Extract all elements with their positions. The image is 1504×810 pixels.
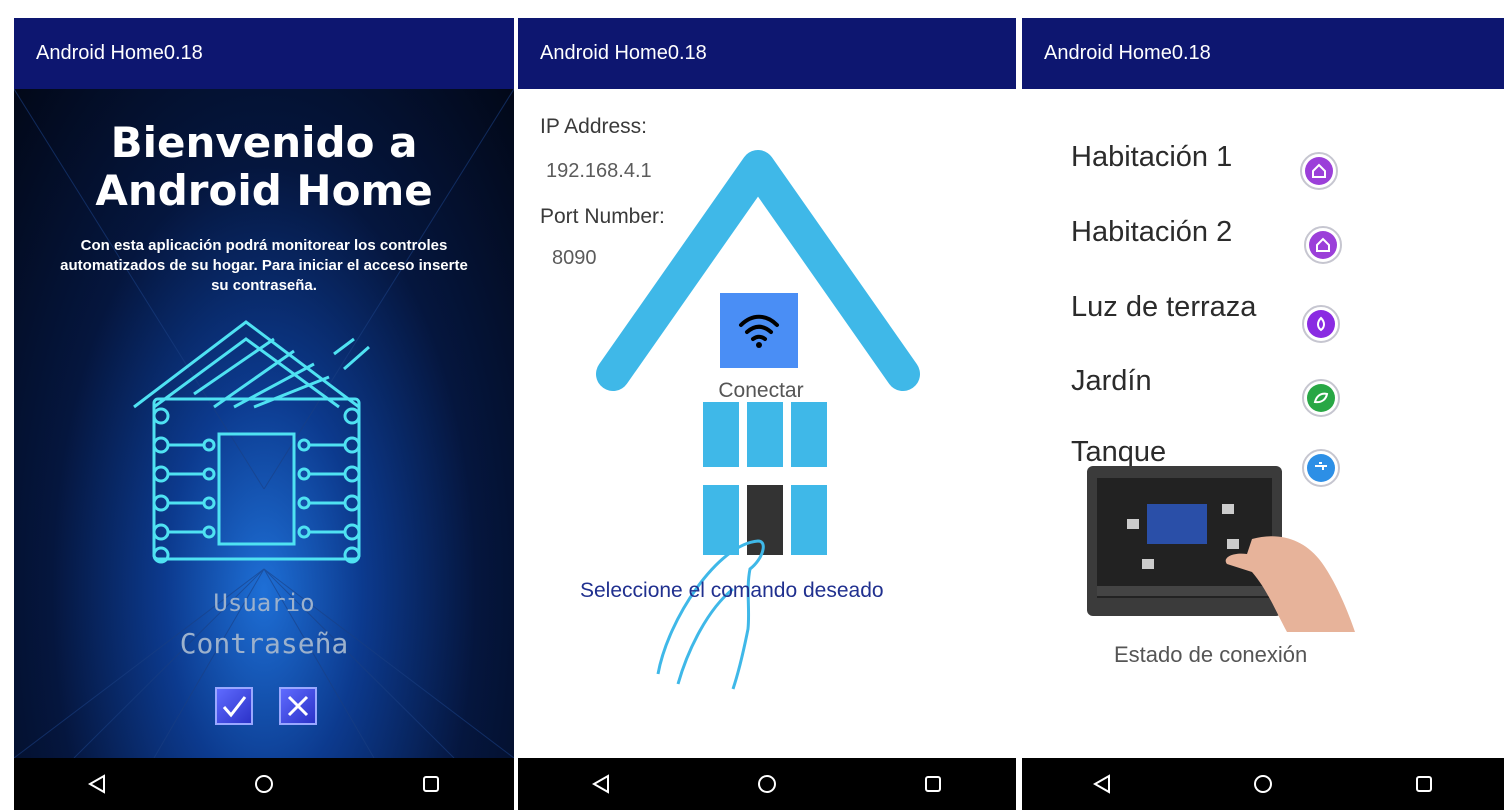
nav-bar [518, 758, 1016, 810]
app-title: Android Home0.18 [36, 42, 203, 64]
bulb-icon [1307, 310, 1335, 338]
room-button-luz-de-terraza[interactable] [1302, 305, 1340, 343]
garden-icon [1307, 384, 1335, 412]
connection-status: Estado de conexión [1114, 642, 1308, 667]
rooms-screen: Android Home0.18 Habitación 1 Habitación… [1022, 18, 1504, 810]
room-label-habitacion-2: Habitación 2 [1071, 216, 1233, 248]
home-button[interactable] [722, 764, 812, 804]
recents-icon [422, 776, 439, 792]
back-button[interactable] [1057, 764, 1147, 804]
home-icon [1305, 157, 1333, 185]
recents-button[interactable] [888, 764, 978, 804]
home-button[interactable] [1218, 764, 1308, 804]
back-button[interactable] [556, 764, 646, 804]
connect-label: Conectar [718, 379, 804, 402]
room-label-luz-de-terraza: Luz de terraza [1071, 291, 1257, 323]
ip-address-value[interactable]: 192.168.4.1 [546, 160, 652, 183]
house-illustration [596, 150, 920, 690]
app-title: Android Home0.18 [1044, 42, 1211, 64]
connection-content: IP Address: 192.168.4.1 Port Number: 809… [518, 89, 1016, 758]
home-nav-icon [254, 775, 273, 793]
connection-screen: Android Home0.18 IP Address: 192.168.4.1… [518, 18, 1016, 810]
recents-icon [1415, 776, 1432, 792]
recents-icon [925, 776, 941, 792]
back-icon [591, 774, 609, 794]
password-field[interactable]: Contraseña [14, 627, 514, 660]
home-button[interactable] [219, 764, 309, 804]
welcome-description: Con esta aplicación podrá monitorear los… [60, 237, 468, 294]
nav-bar [14, 758, 514, 810]
check-icon [222, 696, 247, 718]
room-button-jardin[interactable] [1302, 379, 1340, 417]
nav-bar [1022, 758, 1504, 810]
username-field[interactable]: Usuario [14, 589, 514, 617]
wifi-icon [739, 314, 779, 348]
back-icon [1093, 774, 1111, 794]
room-label-habitacion-1: Habitación 1 [1071, 141, 1233, 173]
home-icon [1309, 231, 1337, 259]
ip-address-label: IP Address: [540, 115, 648, 138]
port-number-value[interactable]: 8090 [552, 247, 597, 270]
app-title: Android Home0.18 [540, 42, 707, 64]
welcome-title-line1: Bienvenido a [110, 118, 418, 167]
welcome-title-line2: Android Home [95, 166, 433, 215]
cancel-button[interactable] [279, 687, 317, 725]
app-bar: Android Home0.18 [518, 18, 1016, 89]
back-icon [88, 774, 106, 794]
connect-button[interactable] [720, 293, 798, 368]
login-content: Bienvenido a Android Home Con esta aplic… [14, 89, 514, 758]
home-nav-icon [1253, 775, 1272, 793]
recents-button[interactable] [1379, 764, 1469, 804]
room-label-jardin: Jardín [1071, 365, 1152, 397]
instruction-text: Seleccione el comando deseado [580, 579, 884, 602]
app-bar: Android Home0.18 [14, 18, 514, 89]
room-button-habitacion-2[interactable] [1304, 226, 1342, 264]
close-icon [287, 695, 309, 717]
welcome-title: Bienvenido a Android Home [14, 119, 514, 215]
rooms-content: Habitación 1 Habitación 2 Luz de terraza… [1022, 89, 1504, 766]
app-bar: Android Home0.18 [1022, 18, 1504, 89]
tablet-illustration [1087, 466, 1355, 632]
back-button[interactable] [52, 764, 142, 804]
room-button-habitacion-1[interactable] [1300, 152, 1338, 190]
recents-button[interactable] [386, 764, 476, 804]
confirm-button[interactable] [215, 687, 253, 725]
port-number-label: Port Number: [540, 205, 665, 228]
home-nav-icon [758, 775, 776, 793]
login-screen: Android Home0.18 Bienvenido a Android Ho… [14, 18, 514, 810]
